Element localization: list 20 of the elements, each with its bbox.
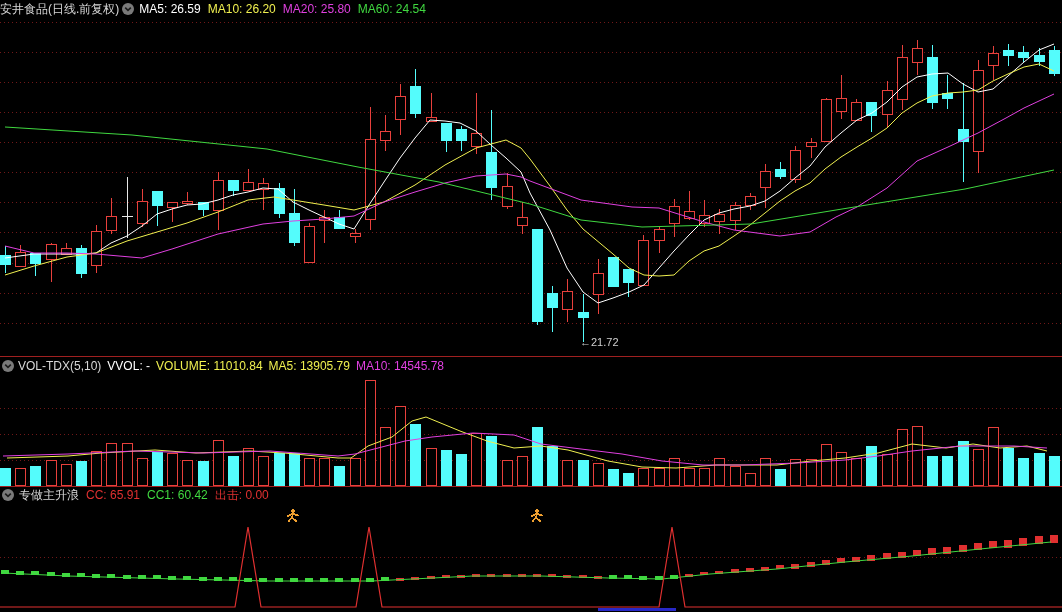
indicator-value: 出击: 0.00 [214, 489, 269, 501]
running-figure-icon [530, 509, 543, 523]
moving-average-value: MA10: 26.20 [207, 2, 276, 15]
volume-value: VVOL: - [107, 360, 151, 372]
indicator-value: CC: 65.91 [86, 489, 141, 501]
chevron-down-icon[interactable] [122, 2, 135, 15]
indicator-value: CC1: 60.42 [147, 489, 208, 501]
volume-value: VOLUME: 11010.84 [156, 360, 263, 372]
volume-value: MA5: 13905.79 [268, 360, 350, 372]
chevron-down-icon[interactable] [2, 360, 14, 372]
stock-title: 安井食品(日线.前复权) [0, 2, 120, 15]
chevron-down-icon[interactable] [2, 489, 14, 501]
indicator-title: 专做主升浪 [19, 489, 79, 501]
moving-average-value: MA60: 24.54 [357, 2, 426, 15]
moving-average-value: MA20: 25.80 [282, 2, 351, 15]
moving-average-value: MA5: 26.59 [139, 2, 201, 15]
volume-value: MA10: 14545.78 [355, 360, 445, 372]
volume-indicator-title: VOL-TDX(5,10) [18, 360, 102, 372]
running-figure-icon [286, 509, 299, 523]
low-price-label: ←21.72 [580, 336, 619, 348]
